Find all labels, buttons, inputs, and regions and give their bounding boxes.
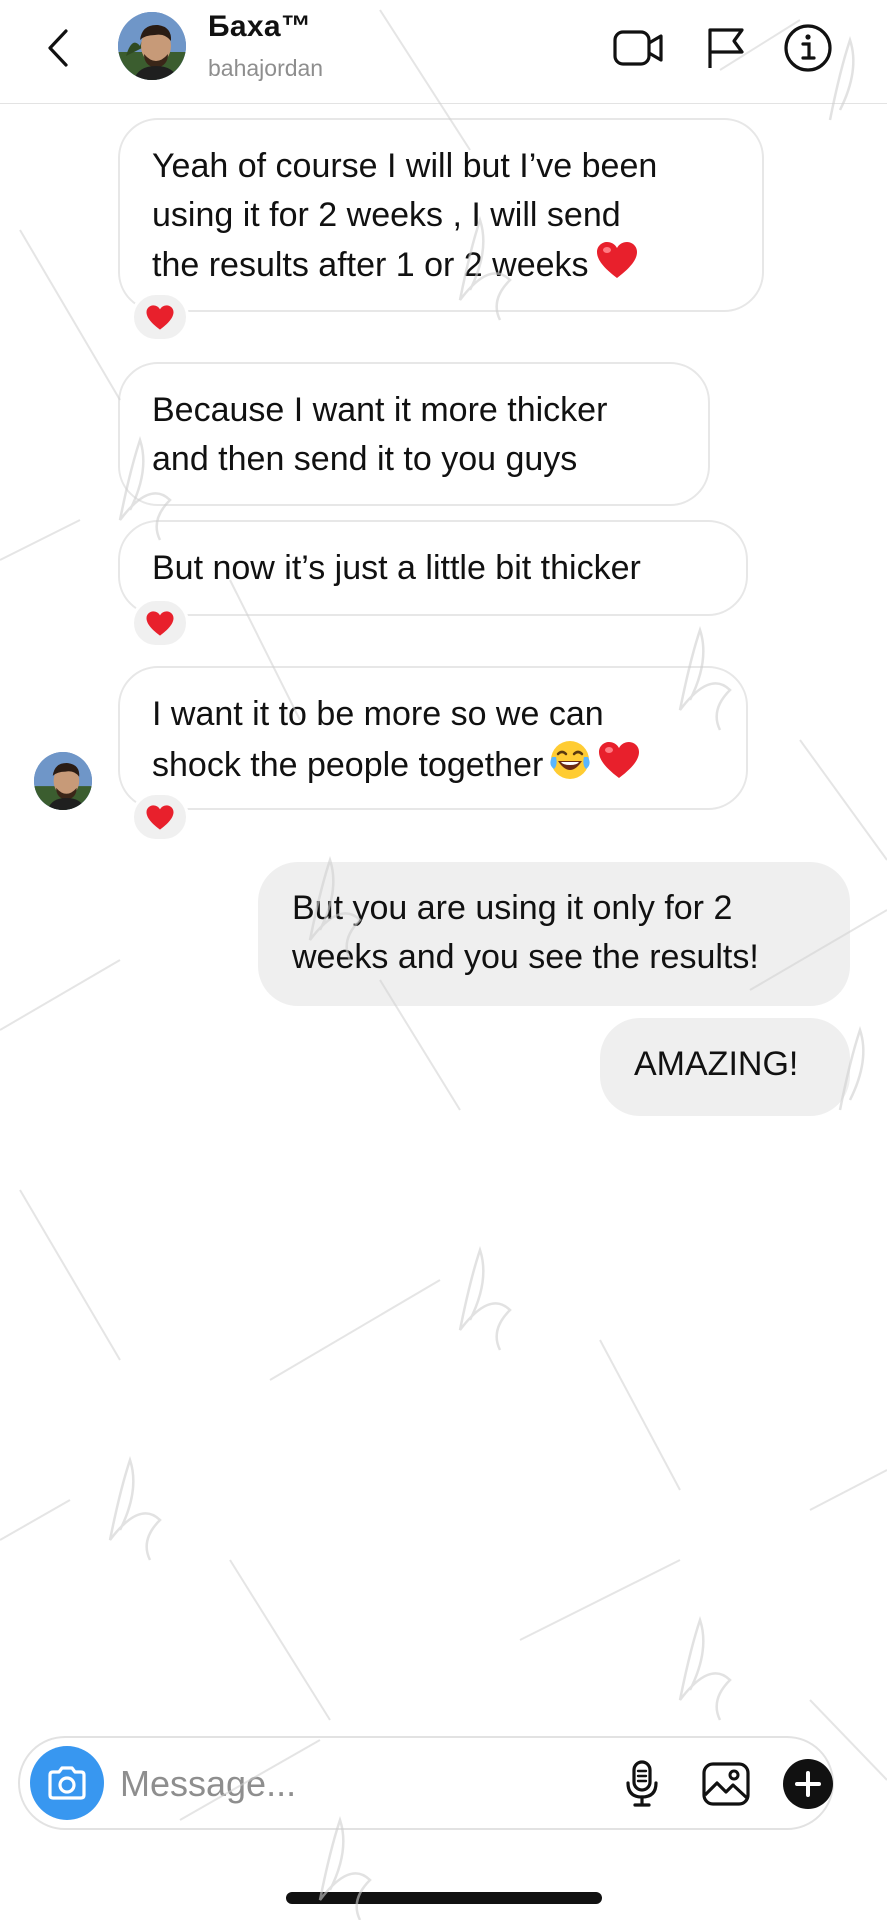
camera-icon [48,1766,86,1800]
message-composer [18,1736,834,1830]
flag-icon [708,28,744,68]
contact-username: bahajordan [208,55,324,81]
message-bubble-incoming[interactable]: Yeah of course I will but I’ve been usin… [118,118,764,312]
message-text: and then send it to you guys [152,440,578,478]
message-text: Because I want it more thicker [152,391,608,429]
message-text: I want it to be more so we can [152,695,604,733]
message-text: the results after 1 or 2 weeks [152,240,728,294]
plus-icon [783,1759,833,1809]
chat-header: Баха™ bahajordan [0,0,887,104]
message-bubble-incoming[interactable]: But now it’s just a little bit thicker [118,520,748,616]
sender-avatar[interactable] [34,752,92,810]
message-text: AMAZING! [634,1045,799,1083]
microphone-icon [626,1760,658,1807]
message-text: But now it’s just a little bit thicker [152,549,641,587]
message-text: weeks and you see the results! [292,938,759,976]
message-text: using it for 2 weeks , I will send [152,196,621,234]
heart-emoji [595,240,639,294]
contact-name[interactable]: Баха™ [208,10,311,44]
gallery-button[interactable] [696,1754,756,1814]
message-bubble-outgoing[interactable]: AMAZING! [600,1018,850,1116]
home-indicator[interactable] [286,1892,602,1904]
report-button[interactable] [698,20,754,76]
message-input[interactable] [120,1756,500,1812]
laughing-tears-emoji [549,739,591,795]
video-call-button[interactable] [610,20,666,76]
contact-avatar[interactable] [118,12,186,80]
camera-button[interactable] [30,1746,104,1820]
chevron-left-icon [48,29,68,67]
heart-reaction[interactable] [131,598,189,648]
info-icon [784,24,832,72]
heart-reaction[interactable] [131,792,189,842]
message-text: shock the people together [152,739,712,795]
video-call-icon [613,30,663,66]
message-text: Yeah of course I will but I’ve been [152,147,658,185]
heart-reaction[interactable] [131,292,189,342]
message-bubble-incoming[interactable]: Because I want it more thicker and then … [118,362,710,506]
info-button[interactable] [780,20,836,76]
message-text: But you are using it only for 2 [292,889,733,927]
message-bubble-outgoing[interactable]: But you are using it only for 2 weeks an… [258,862,850,1006]
more-options-button[interactable] [778,1754,838,1814]
message-bubble-incoming[interactable]: I want it to be more so we can shock the… [118,666,748,810]
heart-icon [146,804,174,830]
heart-icon [146,304,174,330]
gallery-icon [702,1762,750,1806]
heart-icon [146,610,174,636]
back-button[interactable] [38,20,78,76]
heart-emoji [597,740,641,794]
voice-message-button[interactable] [612,1754,672,1814]
